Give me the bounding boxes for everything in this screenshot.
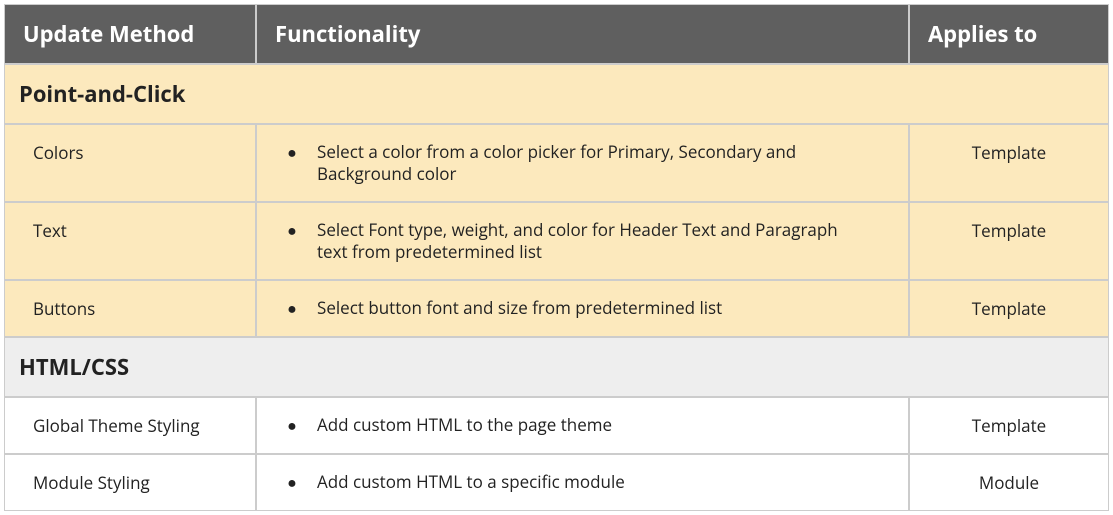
row-functionality: ● Add custom HTML to a specific module bbox=[256, 454, 909, 511]
row-name: Module Styling bbox=[4, 454, 256, 511]
bullet-icon: ● bbox=[267, 297, 317, 319]
row-functionality-text: Add custom HTML to a specific module bbox=[317, 471, 898, 493]
header-row: Update Method Functionality Applies to bbox=[4, 4, 1109, 64]
row-name: Colors bbox=[4, 124, 256, 202]
row-functionality-text: Select button font and size from predete… bbox=[317, 297, 898, 319]
row-functionality: ● Select a color from a color picker for… bbox=[256, 124, 909, 202]
table-row: Global Theme Styling ● Add custom HTML t… bbox=[4, 397, 1109, 454]
section-title: HTML/CSS bbox=[4, 337, 1109, 397]
row-applies-to: Template bbox=[909, 280, 1109, 337]
row-name: Global Theme Styling bbox=[4, 397, 256, 454]
bullet-icon: ● bbox=[267, 219, 317, 241]
header-applies-to: Applies to bbox=[909, 4, 1109, 64]
bullet-icon: ● bbox=[267, 414, 317, 436]
row-applies-to: Module bbox=[909, 454, 1109, 511]
row-functionality-text: Select a color from a color picker for P… bbox=[317, 141, 898, 185]
row-name: Text bbox=[4, 202, 256, 280]
styling-methods-table: Update Method Functionality Applies to P… bbox=[4, 4, 1109, 511]
table-row: Colors ● Select a color from a color pic… bbox=[4, 124, 1109, 202]
row-functionality: ● Select button font and size from prede… bbox=[256, 280, 909, 337]
row-applies-to: Template bbox=[909, 202, 1109, 280]
bullet-icon: ● bbox=[267, 141, 317, 163]
row-functionality-text: Add custom HTML to the page theme bbox=[317, 414, 898, 436]
bullet-icon: ● bbox=[267, 471, 317, 493]
row-applies-to: Template bbox=[909, 124, 1109, 202]
row-functionality: ● Add custom HTML to the page theme bbox=[256, 397, 909, 454]
row-functionality-text: Select Font type, weight, and color for … bbox=[317, 219, 898, 263]
table-row: Text ● Select Font type, weight, and col… bbox=[4, 202, 1109, 280]
header-update-method: Update Method bbox=[4, 4, 256, 64]
table-row: Module Styling ● Add custom HTML to a sp… bbox=[4, 454, 1109, 511]
table-row: Buttons ● Select button font and size fr… bbox=[4, 280, 1109, 337]
row-functionality: ● Select Font type, weight, and color fo… bbox=[256, 202, 909, 280]
header-functionality: Functionality bbox=[256, 4, 909, 64]
section-title: Point-and-Click bbox=[4, 64, 1109, 124]
row-applies-to: Template bbox=[909, 397, 1109, 454]
section-header-html-css: HTML/CSS bbox=[4, 337, 1109, 397]
section-header-point-and-click: Point-and-Click bbox=[4, 64, 1109, 124]
row-name: Buttons bbox=[4, 280, 256, 337]
